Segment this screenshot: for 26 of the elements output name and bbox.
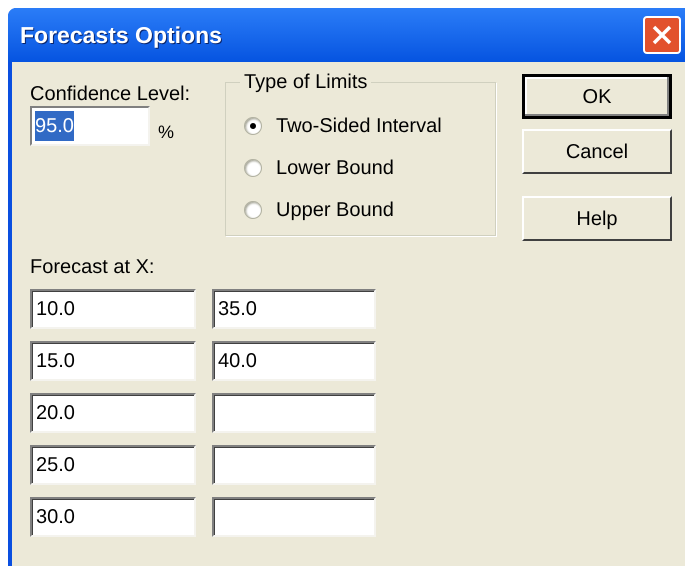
close-icon [651, 24, 673, 46]
forecast-field[interactable]: 15.0 [30, 341, 196, 381]
forecast-field[interactable]: 40.0 [212, 341, 376, 381]
close-button[interactable] [643, 16, 681, 54]
forecast-field[interactable]: 10.0 [30, 289, 196, 329]
forecast-field[interactable] [212, 445, 376, 485]
radio-icon[interactable] [244, 159, 262, 177]
radio-icon[interactable] [244, 117, 262, 135]
forecast-field[interactable] [212, 393, 376, 433]
dialog-button[interactable]: OK [522, 74, 672, 119]
window-title: Forecasts Options [20, 20, 222, 50]
percent-unit: % [158, 121, 174, 144]
radio-option[interactable]: Two-Sided Interval [244, 113, 495, 139]
forecast-field[interactable]: 25.0 [30, 445, 196, 485]
dialog-button[interactable]: Help [522, 196, 672, 241]
forecast-label: Forecast at X: [30, 255, 156, 279]
radio-option[interactable]: Upper Bound [244, 197, 495, 223]
forecast-field[interactable]: 35.0 [212, 289, 376, 329]
radio-option[interactable]: Lower Bound [244, 155, 495, 181]
forecast-field[interactable]: 20.0 [30, 393, 196, 433]
dialog-button[interactable]: Cancel [522, 129, 672, 174]
forecast-field[interactable] [212, 497, 376, 537]
confidence-field[interactable]: 95.0 [30, 106, 150, 146]
forecast-field[interactable]: 30.0 [30, 497, 196, 537]
confidence-label: Confidence Level: [30, 82, 192, 106]
radio-icon[interactable] [244, 201, 262, 219]
